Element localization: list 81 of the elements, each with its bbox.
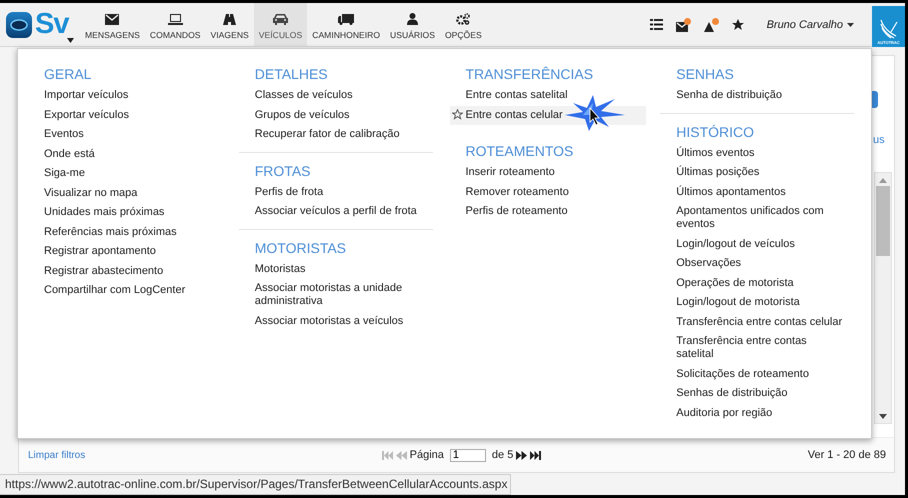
logo-icon — [6, 12, 32, 38]
star-icon[interactable] — [732, 18, 744, 30]
nav-tab[interactable]: MENSAGENS — [80, 3, 145, 46]
menu-item[interactable]: Senha de distribuição — [660, 86, 856, 106]
menu-item[interactable]: Eventos — [28, 125, 224, 144]
menu-item[interactable]: Visualizar no mapa — [28, 184, 224, 203]
section-title: TRANSFERÊNCIAS — [464, 65, 594, 84]
section-title: ROTEAMENTOS — [464, 142, 574, 161]
menu-item[interactable]: Recuperar fator de calibração — [238, 125, 435, 144]
menu-item[interactable]: Siga-me — [28, 164, 224, 184]
menu-item[interactable]: Observações — [660, 254, 856, 274]
menu-item[interactable]: Registrar abastecimento — [28, 262, 224, 281]
menu-item[interactable]: Associar motoristas a unidade administrativa — [238, 279, 435, 312]
menu-item[interactable]: Login/logout de motorista — [660, 293, 856, 312]
menu-item[interactable]: Associar veículos a perfil de frota — [238, 202, 435, 222]
gears-icon — [456, 13, 470, 25]
caret-icon[interactable] — [67, 38, 74, 43]
section-title: MOTORISTAS — [238, 228, 433, 258]
menu-item[interactable]: Referências mais próximas — [28, 222, 224, 242]
page-total: de 5 — [492, 449, 514, 461]
clear-filters-link[interactable]: Limpar filtros — [28, 450, 86, 460]
menu-item[interactable]: Auditoria por região — [660, 404, 856, 423]
menu-item[interactable]: Importar veículos — [28, 86, 224, 106]
menu-item[interactable]: Solicitações de roteamento — [660, 364, 856, 384]
menu-item[interactable]: Compartilhar com LogCenter — [28, 281, 224, 300]
car-icon — [273, 14, 288, 25]
laptop-icon — [168, 14, 183, 25]
menu-item[interactable]: Classes de veículos — [238, 86, 435, 106]
next-page-icon[interactable] — [516, 450, 528, 460]
user-menu[interactable]: Bruno Carvalho — [766, 18, 854, 30]
last-page-icon[interactable] — [530, 450, 542, 460]
menu-item[interactable]: Últimos eventos — [660, 144, 856, 163]
menu-item[interactable]: Login/logout de veículos — [660, 234, 856, 254]
menu-item[interactable]: Associar motoristas a veículos — [238, 312, 435, 331]
section-title: GERAL — [43, 65, 92, 84]
warning-alert-icon[interactable] — [704, 18, 719, 32]
menu-item[interactable]: Operações de motorista — [660, 274, 856, 293]
toolbar-button[interactable] — [872, 91, 878, 108]
section-title: SENHAS — [675, 65, 735, 84]
record-count: Ver 1 - 20 de 89 — [808, 449, 886, 461]
nav-tab[interactable]: VIAGENS — [206, 3, 254, 46]
menu-item[interactable]: Remover roteamento — [450, 182, 646, 202]
menu-item[interactable]: Registrar apontamento — [28, 242, 224, 262]
nav-tab[interactable]: OPÇÕES — [440, 3, 487, 46]
section-title: HISTÓRICO — [660, 112, 854, 142]
menu-item[interactable]: Transferência entre contas celular — [660, 312, 856, 332]
menu-item[interactable]: Perfis de frota — [238, 182, 435, 202]
scrollbar-thumb[interactable] — [876, 186, 890, 256]
road-icon — [223, 14, 236, 25]
page-label: Página — [410, 449, 444, 461]
list-icon[interactable] — [650, 19, 663, 30]
menu-item[interactable]: Inserir roteamento — [450, 163, 646, 182]
menu-item[interactable]: Últimas posições — [660, 163, 856, 182]
menu-item[interactable]: Senhas de distribuição — [660, 384, 856, 404]
scrollbar[interactable] — [874, 172, 892, 424]
section-title: DETALHES — [254, 65, 329, 84]
nav-tab[interactable]: COMANDOS — [144, 3, 206, 46]
menu-item[interactable]: Entre contas satelital — [450, 86, 646, 106]
menu-item[interactable]: Unidades mais próximas — [28, 203, 224, 222]
star-outline-icon[interactable] — [452, 108, 462, 120]
menu-item[interactable]: Transferência entre contas satelital — [660, 332, 856, 364]
link-text[interactable]: us — [873, 134, 885, 146]
nav-tab[interactable]: USUÁRIOS — [385, 3, 440, 46]
menu-item[interactable]: Exportar veículos — [28, 106, 224, 125]
nav-tab[interactable]: CAMINHONEIRO — [307, 3, 386, 46]
menu-item[interactable]: Onde está — [28, 144, 224, 164]
menu-item[interactable]: Motoristas — [238, 260, 435, 279]
truck-icon — [338, 14, 354, 25]
status-url: https://www2.autotrac-online.com.br/Supervisor/Pages/TransferBetweenCellularAccounts.aspx — [5, 477, 508, 491]
section-title: FROTAS — [238, 152, 433, 180]
page-input[interactable]: 1 — [450, 448, 486, 462]
menu-item[interactable]: Últimos apontamentos — [660, 182, 856, 202]
envelope-icon — [105, 14, 120, 25]
mail-alert-icon[interactable] — [676, 18, 691, 32]
user-icon — [406, 13, 418, 25]
scroll-down-icon[interactable] — [879, 414, 887, 419]
nav-tab[interactable]: VEÍCULOS — [254, 3, 308, 46]
menu-item[interactable]: Perfis de roteamento — [450, 202, 646, 222]
menu-item[interactable]: Apontamentos unificados com eventos — [660, 202, 856, 234]
menu-item[interactable]: Grupos de veículos — [238, 106, 435, 125]
caret-icon[interactable] — [847, 22, 854, 26]
